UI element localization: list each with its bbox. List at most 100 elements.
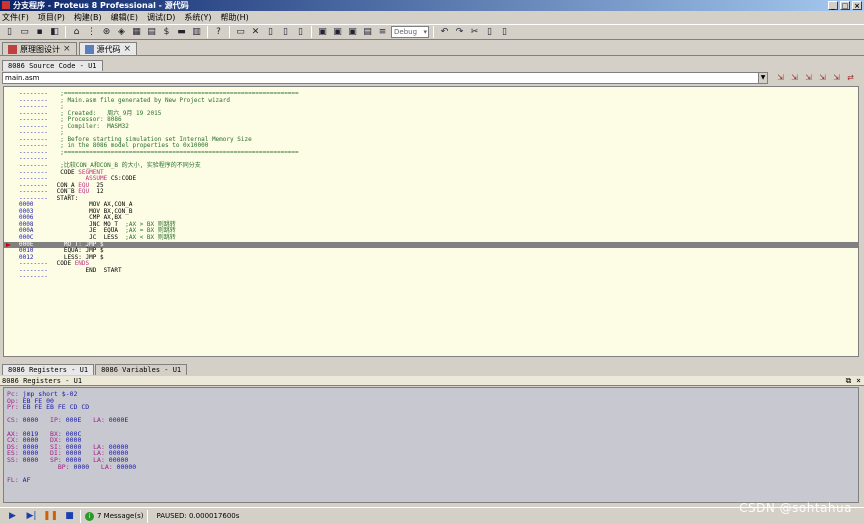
import-icon[interactable]: ◧ [48,26,61,39]
copy-clipboard-icon[interactable]: ▯ [483,26,496,39]
register-line: Op: EB FE 00 [7,396,54,405]
menu-project[interactable]: 项目(P) [38,12,65,23]
panel-options-icon[interactable]: ⇄ [845,72,856,83]
build-icon[interactable]: ▣ [316,26,329,39]
scissors-icon[interactable]: ✂ [468,26,481,39]
close-button[interactable]: × [852,1,862,10]
menu-edit[interactable]: 编辑(E) [111,12,138,23]
stop-icon[interactable]: ■ [63,510,76,523]
menu-build[interactable]: 构建(B) [74,12,102,23]
code-keyword: EQU [78,188,90,196]
toggle-breakpoint-icon[interactable]: ⇲ [831,72,842,83]
toolbar-separator [433,26,434,38]
toolbar-separator [311,26,312,38]
file-select[interactable]: main.asm ▼ [2,72,768,84]
source-panel-tab[interactable]: 8086 Source Code - U1 [2,60,103,71]
maximize-button[interactable]: □ [840,1,850,10]
toolbar-separator [65,26,66,38]
tab-source-code[interactable]: 源代码 × [78,42,138,55]
file-bar: main.asm ▼ ⇲ ⇲ ⇲ ⇲ ⇲ ⇄ [0,71,864,85]
messages-label: 7 Message(s) [97,512,144,520]
watermark: CSDN @sohtahua [739,501,852,515]
step-over-icon[interactable]: ⇲ [775,72,786,83]
code-text: CS:CODE [107,175,137,183]
code-view: -------- ;==============================… [4,90,858,281]
paste-icon[interactable]: ▯ [279,26,292,39]
register-line: CS: 0000 IP: 000E LA: 0000E [7,416,129,425]
code-comment: ; Compiler: MASM32 [53,122,129,130]
registers-panel-title: 8086 Registers - U1 ⧉ × [0,376,864,386]
copy-icon[interactable]: ▯ [264,26,277,39]
main-toolbar: ▯ ▭ ▪ ◧ ⌂ ⋮ ⊛ ◈ ▦ ▤ $ ▬ ▥ ? ▭ ✕ ▯ ▯ ▯ ▣ … [0,24,864,40]
source-editor[interactable]: -------- ;==============================… [3,86,859,357]
tab-schematic[interactable]: 原理图设计 × [2,42,77,55]
design-explorer-icon[interactable]: ▤ [145,26,158,39]
print-icon[interactable]: ▭ [234,26,247,39]
close-tab-icon[interactable]: × [63,44,71,54]
undo-icon[interactable]: ↶ [438,26,451,39]
build-config-select[interactable]: Debug [391,26,429,38]
line-address: -------- [19,273,48,281]
window-controls: _ □ × [828,1,862,10]
code-text: 12 [89,188,104,196]
tab-label: 源代码 [96,44,121,54]
registers-view: Pc: jmp short $-02 Op: EB FE 00 Pr: EB F… [3,387,859,503]
cut-icon[interactable]: ✕ [249,26,262,39]
tab-variables[interactable]: 8086 Variables - U1 [95,364,188,375]
run-to-cursor-icon[interactable]: ⇲ [817,72,828,83]
status-separator [147,509,149,523]
stop-build-icon[interactable]: ▣ [346,26,359,39]
register-line: Pr: EB FE EB FE CD CD [7,403,90,412]
help-icon[interactable]: ? [212,26,225,39]
menu-file[interactable]: 文件(F) [2,12,29,23]
register-line: BP: 0000 LA: 00000 [7,462,137,471]
minimize-button[interactable]: _ [828,1,838,10]
gerber-icon[interactable]: ▦ [130,26,143,39]
new-file-icon[interactable]: ▯ [3,26,16,39]
3d-view-icon[interactable]: ◈ [115,26,128,39]
window-title: 分支程序 - Proteus 8 Professional - 源代码 [13,1,189,10]
title-bar: 分支程序 - Proteus 8 Professional - 源代码 _ □ … [0,0,864,11]
code-line[interactable]: -------- [4,274,858,281]
schematic-icon[interactable]: ⋮ [85,26,98,39]
messages-indicator[interactable]: i 7 Message(s) [85,511,144,521]
pcb-icon[interactable]: ⊛ [100,26,113,39]
find-icon[interactable]: ▯ [294,26,307,39]
menu-help[interactable]: 帮助(H) [221,12,249,23]
source-code-icon[interactable]: ▬ [175,26,188,39]
toolbar-separator [207,26,208,38]
status-bar: ▶ ▶| ❚❚ ■ i 7 Message(s) PAUSED: 0.00001… [0,507,864,524]
register-line: ES: 0000 DI: 0000 LA: 00000 [7,449,129,458]
app-icon [2,1,10,9]
open-folder-icon[interactable]: ▭ [18,26,31,39]
tab-registers[interactable]: 8086 Registers - U1 [2,364,95,375]
bom-icon[interactable]: $ [160,26,173,39]
redo-icon[interactable]: ↷ [453,26,466,39]
chevron-down-icon[interactable]: ▼ [758,73,767,83]
rebuild-icon[interactable]: ▣ [331,26,344,39]
execution-pointer-icon [6,242,11,247]
register-line: FL: AF [7,475,31,484]
panel-controls-icon[interactable]: ⧉ × [846,376,861,386]
document-tabs: 原理图设计 × 源代码 × [0,41,864,56]
home-icon[interactable]: ⌂ [70,26,83,39]
notes-icon[interactable]: ▥ [190,26,203,39]
bottom-panel-tabs: 8086 Registers - U1 8086 Variables - U1 [0,363,864,375]
menu-system[interactable]: 系统(Y) [184,12,211,23]
step-icon[interactable]: ▶| [25,510,38,523]
menu-bar: 文件(F) 项目(P) 构建(B) 编辑(E) 调试(D) 系统(Y) 帮助(H… [0,11,864,24]
clean-icon[interactable]: ▤ [361,26,374,39]
step-out-icon[interactable]: ⇲ [803,72,814,83]
register-line: DS: 0000 SI: 0000 LA: 00000 [7,442,129,451]
toolbar-separator [229,26,230,38]
step-into-icon[interactable]: ⇲ [789,72,800,83]
play-icon[interactable]: ▶ [6,510,19,523]
register-line: CX: 0000 DX: 0000 [7,436,82,445]
debug-step-buttons: ⇲ ⇲ ⇲ ⇲ ⇲ ⇄ [775,72,856,83]
close-tab-icon[interactable]: × [124,44,132,54]
build-config-icon[interactable]: ≡ [376,26,389,39]
menu-debug[interactable]: 调试(D) [147,12,175,23]
save-icon[interactable]: ▪ [33,26,46,39]
pause-icon[interactable]: ❚❚ [43,510,58,523]
paste-clipboard-icon[interactable]: ▯ [498,26,511,39]
